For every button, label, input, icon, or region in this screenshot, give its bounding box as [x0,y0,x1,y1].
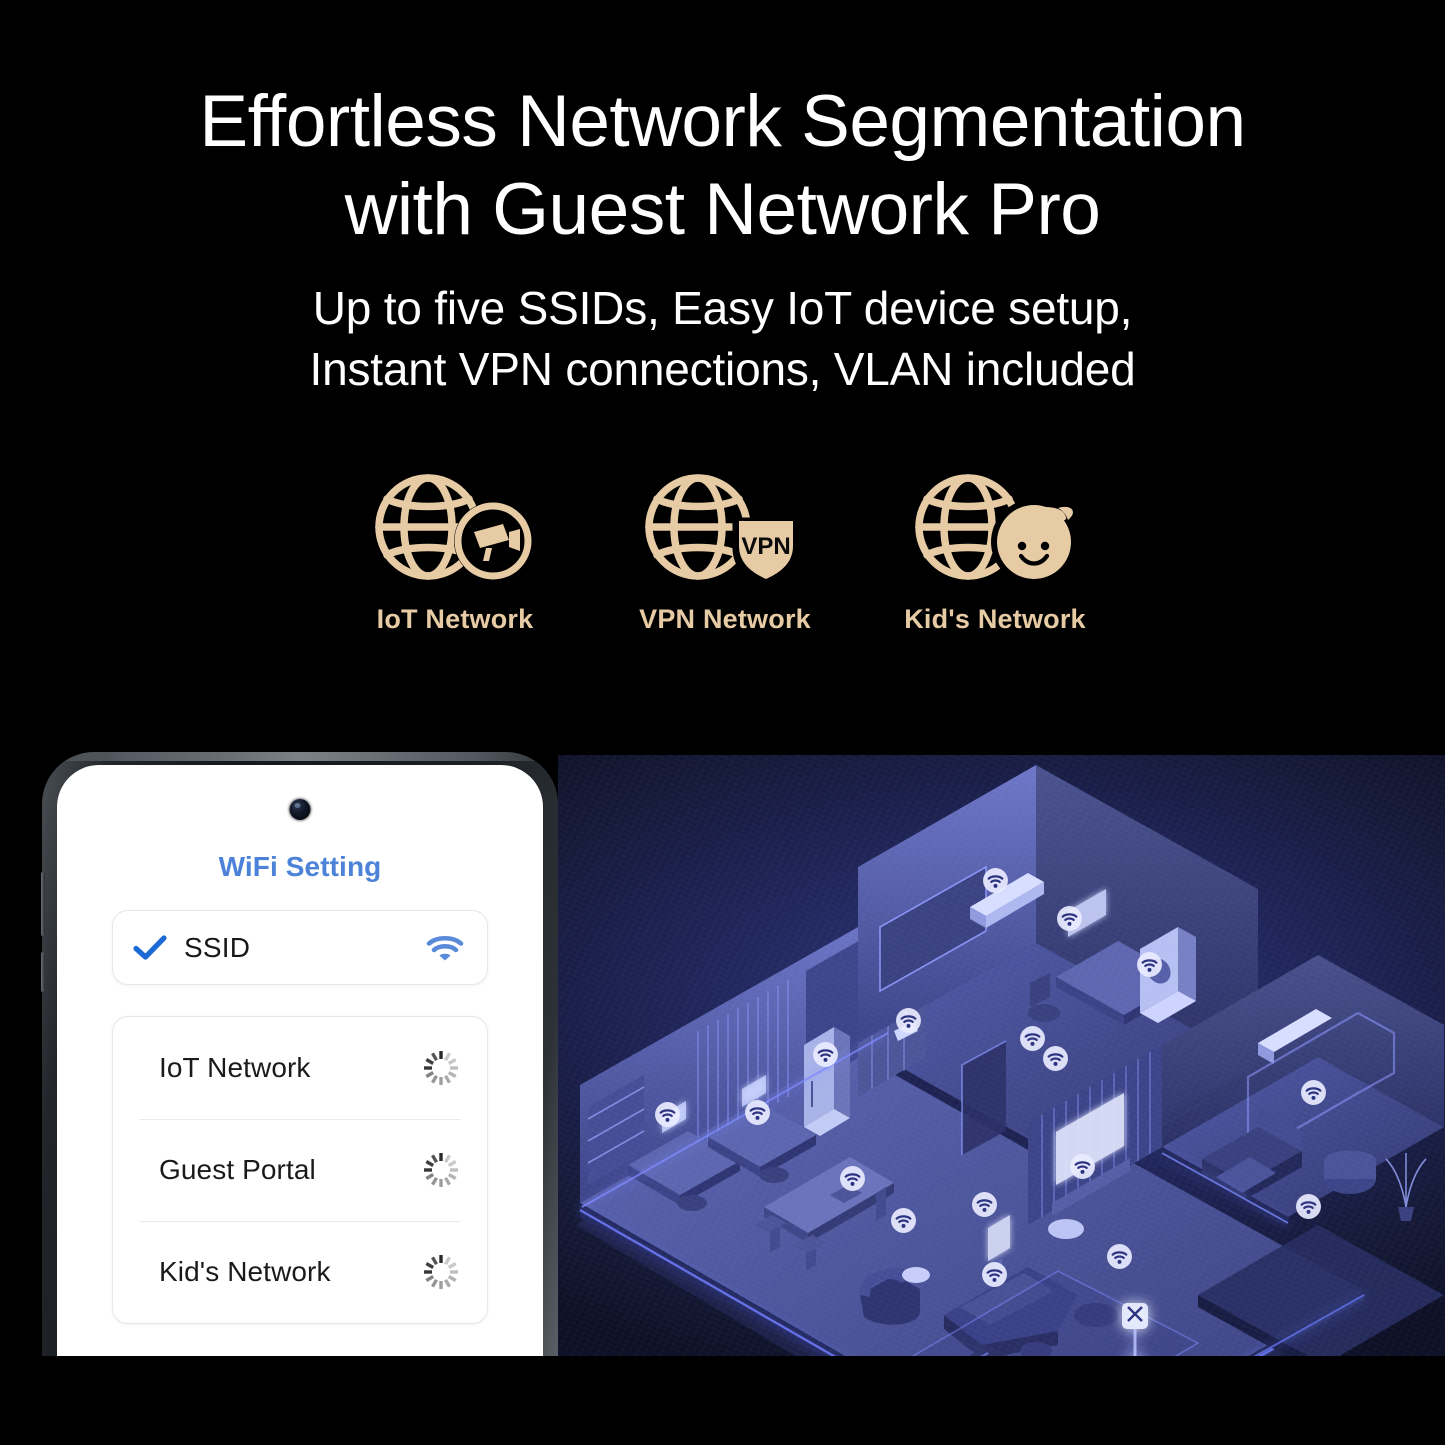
spinner-icon [421,1252,461,1292]
phone-side-button-volume[interactable] [41,872,45,936]
feature-iot-network: IoT Network [330,468,580,635]
list-item[interactable]: Guest Portal [113,1119,487,1221]
promo-page: Effortless Network Segmentation with Gue… [0,0,1445,1445]
smart-home-scene [558,755,1445,1356]
network-list: IoT Network Guest Portal Kid's Network [112,1016,488,1324]
globe-kid-face-icon [908,468,1083,586]
page-title: Effortless Network Segmentation with Gue… [199,81,1246,250]
network-label: Kid's Network [159,1256,331,1287]
network-label: Guest Portal [159,1154,316,1185]
globe-camera-icon [368,468,543,586]
feature-icon-row: IoT Network VPN VPN Network Kid's Networ… [330,468,1120,635]
feature-label: Kid's Network [904,604,1086,634]
feature-kids-network: Kid's Network [870,468,1120,635]
feature-vpn-network: VPN VPN Network [600,468,850,635]
list-item[interactable]: IoT Network [113,1017,487,1119]
feature-label: IoT Network [376,604,534,634]
phone-screen: WiFi Setting SSID IoT Network Guest Port… [57,765,543,1356]
front-camera-icon [289,799,311,820]
spinner-icon [421,1048,461,1088]
feature-label: VPN Network [639,604,811,634]
checkmark-icon [133,934,167,961]
spinner-icon [421,1150,461,1190]
vpn-badge-text: VPN [741,533,790,560]
ssid-label: SSID [184,931,251,963]
phone-mockup: WiFi Setting SSID IoT Network Guest Port… [41,752,558,1356]
isometric-house-render [576,765,1444,1356]
page-subtitle: Up to five SSIDs, Easy IoT device setup,… [309,282,1136,395]
ssid-row[interactable]: SSID [112,910,488,985]
globe-shield-icon: VPN [638,468,813,588]
network-label: IoT Network [159,1052,311,1083]
list-item[interactable]: Kid's Network [113,1221,487,1323]
hero-block: Effortless Network Segmentation with Gue… [0,78,1445,400]
wifi-icon [426,934,464,962]
screen-title: WiFi Setting [218,851,382,882]
phone-side-button-power[interactable] [41,952,45,992]
